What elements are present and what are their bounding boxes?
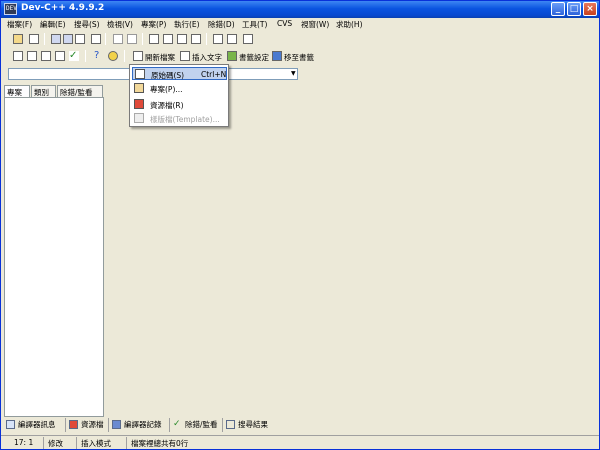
menu-debug[interactable]: 除錯(D) — [208, 19, 235, 30]
resource-icon — [134, 99, 144, 109]
tab-compiler-messages-label: 編譯器訊息 — [18, 420, 56, 429]
menu-item-label: 原始碼(S) — [151, 71, 185, 80]
insert-text-button[interactable]: 插入文字 — [192, 52, 222, 63]
print-icon[interactable] — [91, 34, 101, 44]
minimize-button[interactable]: _ — [551, 2, 565, 16]
close-button[interactable]: × — [583, 2, 597, 16]
save-icon[interactable] — [51, 34, 61, 44]
find-icon[interactable] — [149, 34, 159, 44]
menu-tools[interactable]: 工具(T) — [242, 19, 267, 30]
rebuild-icon[interactable] — [55, 51, 65, 61]
menu-window[interactable]: 視窗(W) — [301, 19, 329, 30]
menu-item-source-file[interactable]: 原始碼(S) Ctrl+N — [132, 67, 227, 80]
redo-icon[interactable] — [127, 34, 137, 44]
menu-file[interactable]: 檔案(F) — [7, 19, 32, 30]
remove-from-project-icon[interactable] — [227, 34, 237, 44]
editor-area[interactable] — [105, 85, 598, 417]
compile-run-icon[interactable] — [41, 51, 51, 61]
tab-resources-label: 資源檔 — [81, 420, 104, 429]
resources-icon — [69, 420, 78, 429]
about-icon[interactable] — [108, 51, 118, 61]
menu-help[interactable]: 求助(H) — [336, 19, 363, 30]
menu-item-project[interactable]: 專案(P)... — [132, 82, 227, 95]
tab-debug-label: 除錯/監看 — [185, 420, 218, 429]
source-file-icon — [135, 69, 145, 79]
template-icon — [134, 113, 144, 123]
line-count-status: 檔案裡總共有0行 — [131, 439, 189, 448]
menu-item-label: 專案(P)... — [150, 85, 183, 94]
debug-check-icon: ✓ — [173, 419, 181, 429]
app-icon: DEV — [4, 3, 17, 15]
tab-compile-log[interactable]: 編譯器記錄 — [110, 418, 170, 432]
new-file-icon[interactable] — [133, 51, 143, 61]
goto-bookmark-icon[interactable] — [272, 51, 282, 61]
toolbar-area: ✓ ? 開新檔案 插入文字 書籤設定 移至書籤 — [1, 31, 599, 65]
menu-execute[interactable]: 執行(E) — [174, 19, 200, 30]
add-to-project-icon[interactable] — [213, 34, 223, 44]
save-all-icon[interactable] — [63, 34, 73, 44]
tab-compile-log-label: 編譯器記錄 — [124, 420, 162, 429]
bookmark-set-icon[interactable] — [227, 51, 237, 61]
tab-resources[interactable]: 資源檔 — [67, 418, 109, 432]
search-results-icon — [226, 420, 235, 429]
help-icon[interactable]: ? — [94, 51, 104, 61]
combo-chevron-down-icon[interactable]: ▼ — [291, 70, 296, 77]
project-tree[interactable] — [4, 97, 104, 417]
menu-view[interactable]: 檢視(V) — [107, 19, 133, 30]
run-icon[interactable] — [27, 51, 37, 61]
menu-project[interactable]: 專案(P) — [141, 19, 166, 30]
menu-item-label: 樣版檔(Template)... — [150, 115, 220, 124]
cursor-position: 17: 1 — [14, 438, 34, 447]
title-bar[interactable]: DEV Dev-C++ 4.9.9.2 _ □ × — [1, 1, 599, 18]
menu-cvs[interactable]: CVS — [277, 19, 292, 28]
tab-debug[interactable]: ✓ 除錯/監看 — [171, 418, 223, 432]
menu-item-resource[interactable]: 資源檔(R) — [132, 98, 227, 111]
menu-item-template[interactable]: 樣版檔(Template)... — [132, 112, 227, 125]
new-project-icon[interactable] — [13, 34, 23, 44]
new-dropdown-menu: 原始碼(S) Ctrl+N 專案(P)... 資源檔(R) 樣版檔(Templa… — [129, 64, 229, 127]
menu-search[interactable]: 搜尋(S) — [74, 19, 100, 30]
maximize-button[interactable]: □ — [567, 2, 581, 16]
tab-classes[interactable]: 類別 — [31, 85, 56, 97]
insert-text-icon[interactable] — [180, 51, 190, 61]
goto-bookmark-button[interactable]: 移至書籤 — [284, 52, 314, 63]
find-next-icon[interactable] — [177, 34, 187, 44]
check-icon[interactable]: ✓ — [69, 51, 79, 61]
tab-search-results-label: 搜尋結果 — [238, 420, 268, 429]
compiler-messages-icon — [6, 420, 15, 429]
tab-compiler-messages[interactable]: 編譯器訊息 — [4, 418, 66, 432]
left-panel-tabs: 專案 類別 除錯/監看 — [4, 85, 104, 97]
project-icon — [134, 83, 144, 93]
open-icon[interactable] — [29, 34, 39, 44]
menu-item-shortcut: Ctrl+N — [201, 70, 227, 79]
bookmark-set-button[interactable]: 書籤設定 — [239, 52, 269, 63]
undo-icon[interactable] — [113, 34, 123, 44]
new-file-button[interactable]: 開新檔案 — [145, 52, 175, 63]
window-title: Dev-C++ 4.9.9.2 — [21, 3, 105, 13]
menu-edit[interactable]: 編輯(E) — [40, 19, 66, 30]
tab-search-results[interactable]: 搜尋結果 — [224, 418, 274, 432]
insert-mode-status: 插入模式 — [81, 439, 111, 448]
main-window: DEV Dev-C++ 4.9.9.2 _ □ × 檔案(F) 編輯(E) 搜尋… — [0, 0, 600, 450]
modified-status: 修改 — [48, 439, 63, 448]
bottom-tabs: 編譯器訊息 資源檔 編譯器記錄 ✓ 除錯/監看 搜尋結果 — [4, 418, 598, 432]
compile-log-icon — [112, 420, 121, 429]
menu-bar: 檔案(F) 編輯(E) 搜尋(S) 檢視(V) 專案(P) 執行(E) 除錯(D… — [1, 18, 599, 30]
tab-project[interactable]: 專案 — [4, 85, 30, 97]
menu-item-label: 資源檔(R) — [150, 101, 184, 110]
compile-icon[interactable] — [13, 51, 23, 61]
project-options-icon[interactable] — [243, 34, 253, 44]
replace-icon[interactable] — [163, 34, 173, 44]
close-file-icon[interactable] — [75, 34, 85, 44]
status-bar: 17: 1 修改 插入模式 檔案裡總共有0行 — [1, 435, 599, 449]
goto-line-icon[interactable] — [191, 34, 201, 44]
tab-debug-watch[interactable]: 除錯/監看 — [57, 85, 103, 97]
